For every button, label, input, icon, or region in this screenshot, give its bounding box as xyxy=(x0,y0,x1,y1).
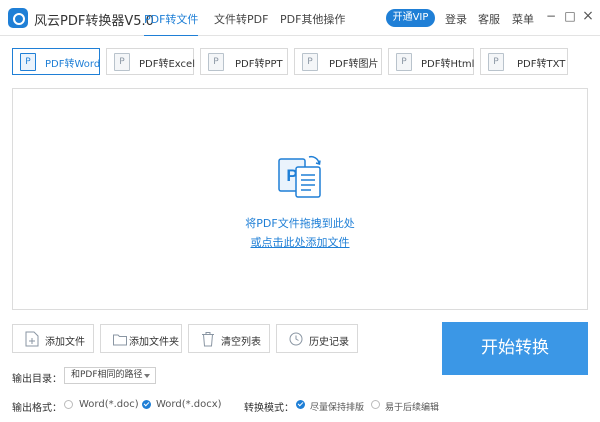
format-docx-label: Word(*.docx) xyxy=(156,399,222,410)
tab-pdf-to-file[interactable]: PDF转文件 xyxy=(144,11,199,37)
format-tab-html[interactable]: P PDF转Html xyxy=(388,48,474,75)
pdf-html-icon: P xyxy=(396,53,412,71)
add-file-label: 添加文件 xyxy=(45,337,85,348)
add-folder-label: 添加文件夹 xyxy=(129,337,179,348)
add-file-button[interactable]: 添加文件 xyxy=(12,324,94,353)
tab-pdf-other[interactable]: PDF其他操作 xyxy=(280,11,345,27)
format-tab-word[interactable]: P PDF转Word xyxy=(12,48,100,75)
pdf-image-icon: P xyxy=(302,53,318,71)
vip-button[interactable]: 开通VIP xyxy=(386,9,435,27)
minimize-button[interactable]: − xyxy=(544,8,558,24)
output-dir-value: 和PDF相同的路径 xyxy=(71,370,143,380)
add-file-link[interactable]: 或点击此处添加文件 xyxy=(13,234,587,250)
format-tab-label: PDF转PPT xyxy=(235,59,283,70)
menu-link[interactable]: 菜单 xyxy=(512,11,534,27)
format-docx-radio[interactable] xyxy=(142,400,151,409)
app-title: 风云PDF转换器V5.0 xyxy=(34,14,154,29)
app-logo-icon xyxy=(8,8,28,28)
pdf-excel-icon: P xyxy=(114,53,130,71)
format-tab-label: PDF转Word xyxy=(45,59,101,70)
output-dir-select[interactable]: 和PDF相同的路径 xyxy=(64,367,156,384)
close-button[interactable]: × xyxy=(581,8,595,24)
format-tab-ppt[interactable]: P PDF转PPT xyxy=(200,48,288,75)
start-convert-button[interactable]: 开始转换 xyxy=(442,322,588,375)
mode-keep-layout-label: 尽量保持排版 xyxy=(310,403,365,413)
file-drop-zone[interactable]: P 将PDF文件拖拽到此处 或点击此处添加文件 xyxy=(12,88,588,310)
format-tab-label: PDF转图片 xyxy=(329,59,379,70)
drop-hint-text: 将PDF文件拖拽到此处 xyxy=(245,217,355,230)
format-doc-label: Word(*.doc) xyxy=(79,399,139,410)
format-tab-label: PDF转Html xyxy=(421,59,475,70)
mode-easy-edit-radio[interactable] xyxy=(371,400,380,409)
format-doc-radio[interactable] xyxy=(64,400,73,409)
output-format-label: 输出格式： xyxy=(12,403,62,414)
customer-service-link[interactable]: 客服 xyxy=(478,11,500,27)
format-tabs: P PDF转Word P PDF转Excel P PDF转PPT P PDF转图… xyxy=(0,36,600,86)
clear-list-label: 清空列表 xyxy=(221,337,261,348)
folder-icon xyxy=(113,334,127,346)
title-bar: 风云PDF转换器V5.0 PDF转文件 文件转PDF PDF其他操作 开通VIP… xyxy=(0,0,600,37)
login-link[interactable]: 登录 xyxy=(445,11,467,27)
pdf-word-icon: P xyxy=(20,53,36,71)
trash-icon xyxy=(202,332,214,347)
mode-easy-edit-label: 易于后续编辑 xyxy=(385,403,440,413)
tab-file-to-pdf[interactable]: 文件转PDF xyxy=(214,11,268,27)
output-dir-label: 输出目录： xyxy=(12,374,62,385)
format-tab-label: PDF转Excel xyxy=(139,59,195,70)
history-label: 历史记录 xyxy=(309,337,349,348)
pdf-ppt-icon: P xyxy=(208,53,224,71)
format-tab-excel[interactable]: P PDF转Excel xyxy=(106,48,195,75)
history-button[interactable]: 历史记录 xyxy=(276,324,358,353)
add-file-icon xyxy=(25,331,39,347)
mode-keep-layout-radio[interactable] xyxy=(296,400,305,409)
maximize-button[interactable]: □ xyxy=(563,8,577,24)
pdf-txt-icon: P xyxy=(488,53,504,71)
add-folder-button[interactable]: 添加文件夹 xyxy=(100,324,182,353)
format-tab-label: PDF转TXT xyxy=(517,59,566,70)
format-tab-image[interactable]: P PDF转图片 xyxy=(294,48,382,75)
convert-mode-label: 转换模式： xyxy=(244,403,294,414)
history-clock-icon xyxy=(289,332,303,346)
pdf-convert-icon: P xyxy=(278,155,321,198)
chevron-down-icon xyxy=(144,374,150,378)
format-tab-txt[interactable]: P PDF转TXT xyxy=(480,48,568,75)
clear-list-button[interactable]: 清空列表 xyxy=(188,324,270,353)
